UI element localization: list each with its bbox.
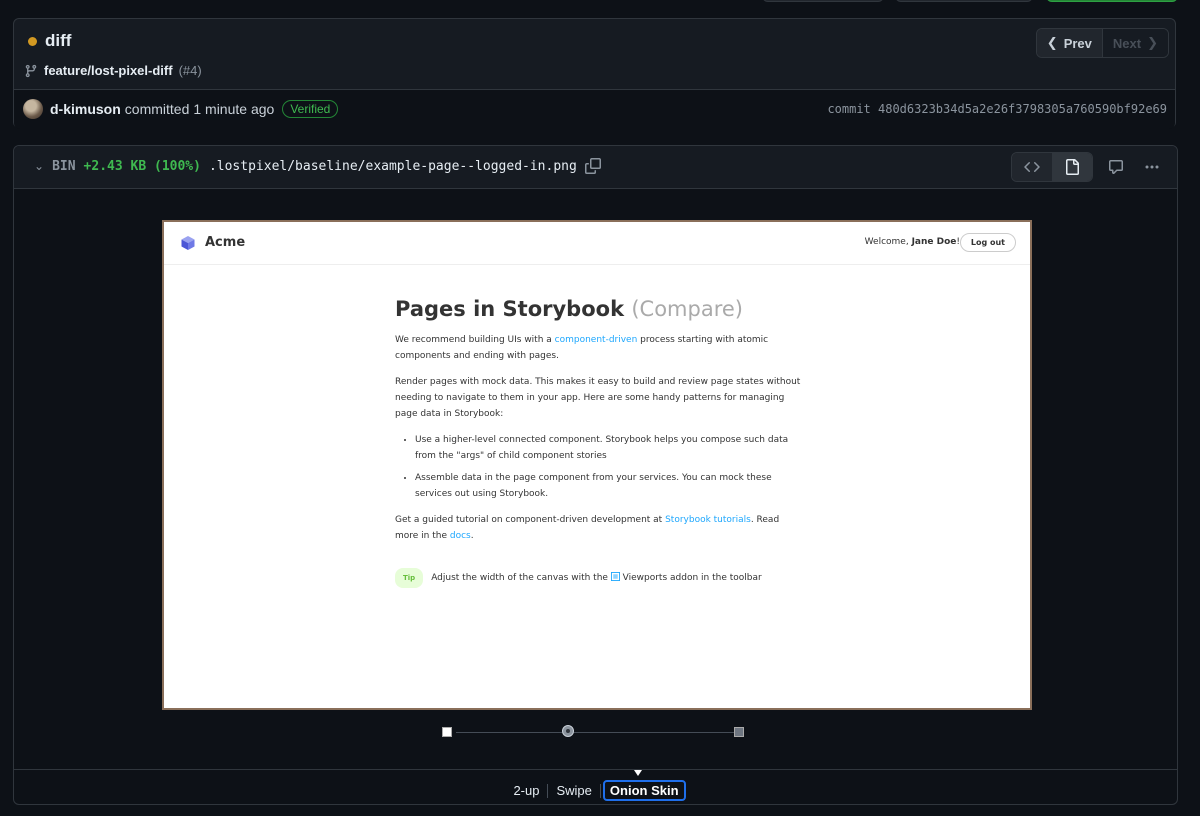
commit-title: diff (28, 31, 71, 51)
commit-nav: ❮ Prev Next ❯ (1035, 28, 1169, 58)
copy-icon[interactable] (584, 158, 601, 174)
preview-welcome: Welcome, Jane Doe! (865, 237, 960, 247)
slider-track[interactable] (456, 732, 736, 733)
diff-mode-tabs: 2-up Swipe Onion Skin (14, 780, 1177, 801)
list-item: Assemble data in the page component from… (415, 470, 805, 502)
branch-link[interactable]: feature/lost-pixel-diff (44, 63, 173, 78)
mode-swipe[interactable]: Swipe (548, 783, 599, 798)
diff-mode-bar: 2-up Swipe Onion Skin (14, 769, 1177, 804)
comment-button[interactable] (1103, 154, 1129, 180)
avatar[interactable] (23, 99, 43, 119)
image-preview: Acme Welcome, Jane Doe! Log out Pages in… (162, 220, 1032, 710)
pr-link[interactable]: (#4) (179, 63, 202, 78)
list-item: Use a higher-level connected component. … (415, 432, 805, 464)
branch-line: feature/lost-pixel-diff (#4) (24, 63, 202, 78)
collapse-chevron-icon[interactable]: ⌄ (34, 159, 44, 173)
tip-text-before: Adjust the width of the canvas with the (431, 573, 611, 583)
commit-author-line: d-kimuson committed 1 minute ago Verifie… (50, 100, 339, 118)
preview-content: Pages in Storybook (Compare) We recommen… (395, 296, 805, 588)
preview-logout-button: Log out (959, 233, 1016, 252)
viewport-icon (610, 572, 620, 581)
commit-meta: d-kimuson committed 1 minute ago Verifie… (14, 89, 1175, 129)
status-dot-icon (28, 36, 37, 46)
welcome-user: Jane Doe (911, 237, 957, 247)
slider-min-swatch (442, 727, 452, 737)
rich-view-button[interactable] (1052, 153, 1092, 181)
git-branch-icon (25, 64, 37, 77)
more-options-button[interactable] (1139, 154, 1165, 180)
p3-text-before: Get a guided tutorial on component-drive… (395, 515, 666, 525)
commit-sha: commit 480d6323b34d5a2e26f3798305a760590… (827, 102, 1167, 116)
file-size-change: +2.43 KB (100%) (83, 158, 201, 174)
preview-paragraph-1: We recommend building UIs with a compone… (395, 332, 805, 364)
mode-2up[interactable]: 2-up (505, 783, 547, 798)
heading-main: Pages in Storybook (395, 297, 625, 321)
top-button-1[interactable] (762, 0, 884, 2)
prev-button[interactable]: ❮ Prev (1036, 29, 1103, 57)
acme-logo-icon (181, 236, 195, 250)
mode-divider (599, 783, 601, 798)
commit-action: committed (124, 101, 190, 117)
p1-link: component-driven (554, 335, 638, 345)
preview-paragraph-3: Get a guided tutorial on component-drive… (395, 512, 805, 544)
file-type: BIN (52, 158, 76, 174)
preview-header: Acme Welcome, Jane Doe! Log out (164, 222, 1030, 265)
next-button[interactable]: Next ❯ (1102, 29, 1168, 57)
preview-paragraph-2: Render pages with mock data. This makes … (395, 377, 801, 419)
chevron-right-icon: ❯ (1147, 35, 1158, 50)
caret-down-icon (634, 770, 642, 776)
heading-compare: (Compare) (631, 297, 743, 321)
prev-label: Prev (1063, 35, 1092, 51)
p1-text-before: We recommend building UIs with a (395, 335, 555, 345)
file-diff: ⌄ BIN +2.43 KB (100%) .lostpixel/baselin… (13, 145, 1178, 805)
chevron-left-icon: ❮ (1046, 35, 1058, 50)
commit-header: diff feature/lost-pixel-diff (#4) ❮ Prev… (13, 18, 1176, 129)
slider-max-swatch (734, 727, 744, 737)
source-view-button[interactable] (1012, 153, 1052, 181)
preview-tip: Tip Adjust the width of the canvas with … (395, 568, 805, 588)
onion-skin-slider[interactable] (442, 725, 750, 739)
commit-time: 1 minute ago (193, 101, 275, 117)
slider-handle[interactable] (562, 725, 574, 737)
top-button-2[interactable] (895, 0, 1033, 2)
code-icon (1024, 162, 1040, 172)
p3-link-tutorials: Storybook tutorials (665, 515, 751, 525)
p3-text-after: . (470, 531, 474, 541)
view-toggle (1011, 152, 1093, 182)
file-path[interactable]: .lostpixel/baseline/example-page--logged… (209, 159, 577, 174)
author-link[interactable]: d-kimuson (50, 101, 121, 117)
comment-icon (1109, 160, 1123, 174)
commit-message: diff (45, 31, 72, 50)
tip-text: Adjust the width of the canvas with the … (431, 570, 762, 586)
tip-text-after: Viewports addon in the toolbar (619, 573, 762, 583)
kebab-horizontal-icon (1145, 165, 1159, 169)
verified-badge[interactable]: Verified (282, 100, 339, 118)
p3-link-docs: docs (449, 531, 471, 541)
mode-onion-skin[interactable]: Onion Skin (602, 780, 686, 801)
top-button-3[interactable] (1046, 0, 1178, 2)
file-header: ⌄ BIN +2.43 KB (100%) .lostpixel/baselin… (14, 146, 1177, 189)
preview-list: Use a higher-level connected component. … (395, 432, 805, 502)
file-icon (1066, 159, 1079, 175)
preview-brand: Acme (205, 235, 246, 250)
preview-heading: Pages in Storybook (Compare) (395, 296, 805, 322)
tip-badge: Tip (395, 568, 424, 588)
welcome-prefix: Welcome, (864, 237, 909, 247)
next-label: Next (1112, 35, 1142, 51)
